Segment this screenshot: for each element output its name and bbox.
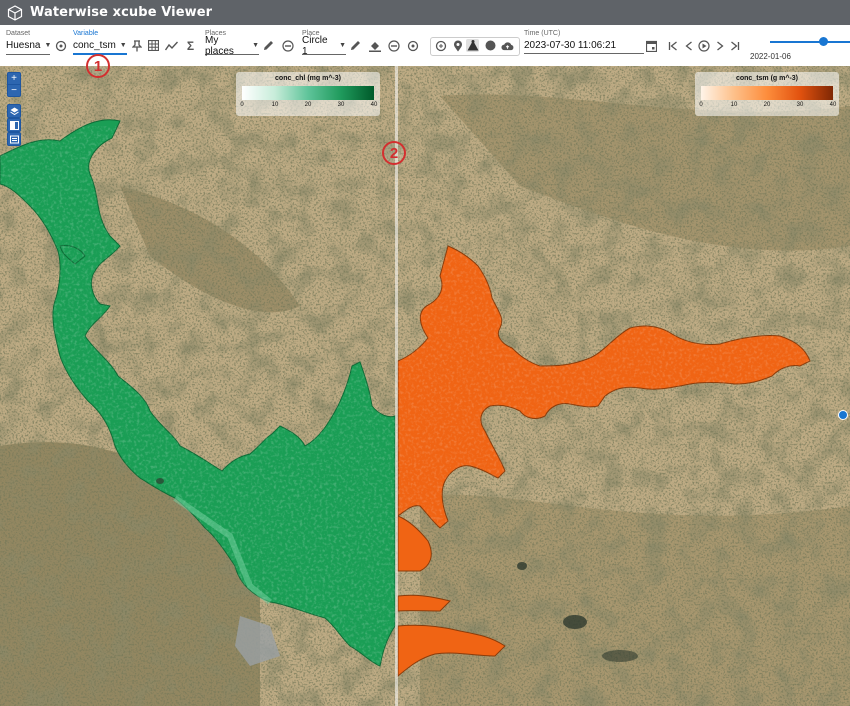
split-view-button[interactable] <box>7 118 21 132</box>
polygon-tool-icon[interactable] <box>466 39 479 52</box>
time-input[interactable]: 2023-07-30 11:06:21 <box>524 38 644 54</box>
play-icon[interactable] <box>697 39 710 52</box>
legend-title-chl: conc_chl (mg m^-3) <box>275 75 341 82</box>
zoom-control: + − <box>7 72 21 97</box>
cube-logo-icon <box>7 4 23 21</box>
pin-icon[interactable] <box>130 39 143 52</box>
variable-value: conc_tsm <box>73 40 116 51</box>
legend-tick: 20 <box>763 102 771 108</box>
control-bar: Dataset Huesna ▼ Variable conc_tsm ▼ Σ Pla… <box>0 25 850 67</box>
place-select-group: Place Circle 1 ▼ <box>302 29 346 57</box>
time-value: 2023-07-30 11:06:21 <box>524 40 617 51</box>
remove-circle-icon[interactable] <box>281 39 294 52</box>
calendar-icon[interactable] <box>645 39 658 52</box>
zoom-out-button[interactable]: − <box>8 84 20 96</box>
legend-tick: 30 <box>337 102 345 108</box>
table-icon[interactable] <box>147 39 160 52</box>
legend-tick: 0 <box>240 102 244 108</box>
remove-place-icon[interactable] <box>387 39 400 52</box>
previous-step-icon[interactable] <box>682 39 695 52</box>
app-title: Waterwise xcube Viewer <box>30 5 213 20</box>
info-panel-icon <box>9 135 19 143</box>
first-step-icon[interactable] <box>666 39 679 52</box>
legend-tick: 30 <box>796 102 804 108</box>
zoom-to-place-icon[interactable] <box>406 39 419 52</box>
time-slider-track[interactable] <box>770 41 850 43</box>
variable-label: Variable <box>73 30 99 37</box>
places-select[interactable]: My places ▼ <box>205 34 259 57</box>
chevron-down-icon: ▼ <box>119 42 127 49</box>
layers-button[interactable] <box>7 104 21 118</box>
edit-place-pencil-icon[interactable] <box>349 39 362 52</box>
upload-cloud-icon[interactable] <box>501 39 514 52</box>
chevron-down-icon: ▼ <box>252 42 259 49</box>
time-label: Time (UTC) <box>524 30 561 37</box>
places-value: My places <box>205 34 234 57</box>
dataset-value: Huesna <box>6 40 41 51</box>
select-tool-icon[interactable] <box>434 39 447 52</box>
statistics-sigma-icon[interactable]: Σ <box>184 39 197 53</box>
layers-icon <box>9 107 19 115</box>
legend-ticks-chl: 0 10 20 30 40 <box>240 102 377 112</box>
legend-tick: 40 <box>829 102 837 108</box>
map-edge-handle[interactable] <box>838 410 848 420</box>
place-value: Circle 1 <box>302 34 328 57</box>
color-legend-tsm: conc_tsm (g m^-3) 0 10 20 30 40 <box>695 72 839 116</box>
legend-title-tsm: conc_tsm (g m^-3) <box>735 75 799 82</box>
place-select[interactable]: Circle 1 ▼ <box>302 34 346 57</box>
legend-ticks-tsm: 0 10 20 30 40 <box>699 102 836 112</box>
circle-tool-icon[interactable] <box>484 39 497 52</box>
chevron-down-icon: ▼ <box>339 42 346 49</box>
edit-pencil-icon[interactable] <box>262 39 275 52</box>
map-view[interactable]: + − conc_chl (mg m^-3) 0 10 20 30 40 con… <box>0 66 850 706</box>
legend-tick: 40 <box>370 102 378 108</box>
last-step-icon[interactable] <box>728 39 741 52</box>
app-titlebar: Waterwise xcube Viewer <box>0 0 850 25</box>
next-step-icon[interactable] <box>713 39 726 52</box>
places-select-group: Places My places ▼ <box>205 29 259 57</box>
time-slider-thumb[interactable] <box>819 37 829 46</box>
annotation-marker-1: 1 <box>86 54 110 78</box>
color-legend-chl: conc_chl (mg m^-3) 0 10 20 30 40 <box>236 72 380 116</box>
annotation-marker-2: 2 <box>382 141 406 165</box>
variable-select-group: Variable conc_tsm ▼ <box>73 29 127 55</box>
legend-tick: 10 <box>271 102 279 108</box>
fill-color-icon[interactable] <box>368 39 381 52</box>
split-view-icon <box>9 120 19 130</box>
zoom-in-button[interactable]: + <box>8 73 20 84</box>
time-slider-date: 2022-01-06 <box>750 52 791 61</box>
legend-colorbar-tsm <box>701 86 833 100</box>
timeseries-chart-icon[interactable] <box>165 39 178 52</box>
dataset-label: Dataset <box>6 30 31 37</box>
dataset-zoom-icon[interactable] <box>54 39 67 52</box>
time-field-group: Time (UTC) 2023-07-30 11:06:21 <box>524 29 644 54</box>
variable-select[interactable]: conc_tsm ▼ <box>73 38 127 55</box>
dataset-select-group: Dataset Huesna ▼ <box>6 29 52 55</box>
legend-colorbar-chl <box>242 86 374 100</box>
legend-tick: 10 <box>730 102 738 108</box>
dataset-select[interactable]: Huesna ▼ <box>6 38 52 55</box>
legend-tick: 20 <box>304 102 312 108</box>
legend-tick: 0 <box>699 102 703 108</box>
satellite-basemap <box>0 66 850 706</box>
point-marker-icon[interactable] <box>451 39 464 52</box>
chevron-down-icon: ▼ <box>44 42 52 49</box>
info-panel-button[interactable] <box>7 132 21 146</box>
